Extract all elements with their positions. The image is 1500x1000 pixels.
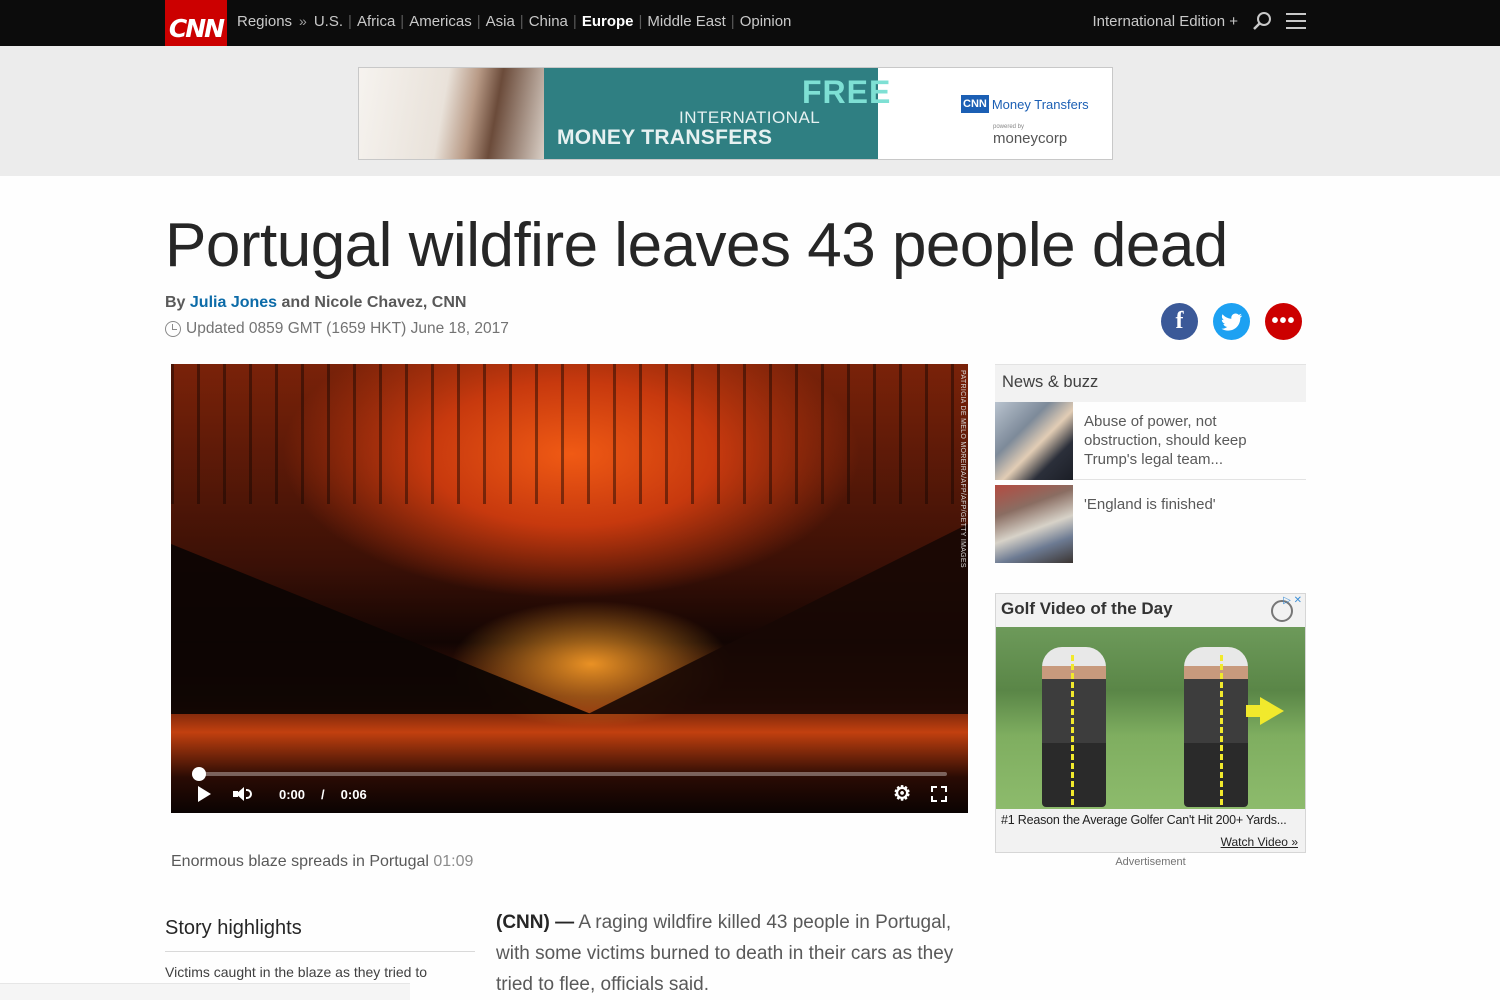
byline: By Julia Jones and Nicole Chavez, CNN	[165, 294, 466, 312]
nav-separator: |	[638, 12, 643, 30]
video-current-time: 0:00	[279, 786, 306, 802]
region-nav: Regions » U.S. | Africa | Americas | Asi…	[237, 0, 791, 42]
video-frame-hill-right	[588, 524, 968, 714]
byline-coauthors: and Nicole Chavez, CNN	[281, 294, 467, 311]
nav-separator: |	[348, 12, 352, 30]
ad-choices-icon[interactable]: ▷ ✕	[1283, 595, 1302, 606]
banner-ad-photo	[359, 68, 544, 159]
nav-separator: |	[730, 12, 735, 30]
article-headline: Portugal wildfire leaves 43 people dead	[165, 211, 1228, 280]
hamburger-menu-icon[interactable]	[1286, 13, 1306, 29]
golfer-figure	[1184, 647, 1248, 807]
video-player[interactable]: PATRICIA DE MELO MOREIRA/AFP/AFP/GETTY I…	[171, 364, 968, 813]
nav-item-china[interactable]: China	[529, 13, 568, 30]
nav-regions-link[interactable]: Regions	[237, 13, 292, 30]
golf-ad-title: Golf Video of the Day	[1001, 599, 1173, 618]
golf-ad-image	[996, 627, 1305, 809]
arrow-right-icon	[1260, 697, 1284, 725]
alignment-line	[1071, 655, 1074, 805]
nav-raquo-icon: »	[299, 13, 307, 29]
top-ad-band: FREE INTERNATIONAL MONEY TRANSFERS CNN M…	[0, 46, 1500, 176]
article-body-paragraph: (CNN) — A raging wildfire killed 43 peop…	[496, 907, 966, 1000]
golfer-figure	[1042, 647, 1106, 807]
author-link[interactable]: Julia Jones	[190, 294, 277, 311]
news-headline-link[interactable]: 'England is finished'	[1084, 495, 1294, 514]
highlight-item: Victims caught in the blaze as they trie…	[165, 964, 427, 980]
fullscreen-icon[interactable]	[931, 786, 947, 802]
edition-selector[interactable]: International Edition +	[1092, 13, 1238, 30]
news-thumbnail[interactable]	[995, 485, 1073, 563]
play-icon[interactable]	[198, 786, 211, 802]
banner-ad-brand-text: Money Transfers	[991, 96, 1089, 112]
more-dots-icon: •••	[1271, 310, 1296, 332]
video-caption[interactable]: Enormous blaze spreads in Portugal 01:09	[171, 853, 473, 871]
nav-separator: |	[572, 12, 577, 30]
news-buzz-item[interactable]: Abuse of power, not obstruction, should …	[995, 402, 1306, 480]
nav-item-opinion[interactable]: Opinion	[740, 13, 792, 30]
nav-item-europe[interactable]: Europe	[582, 13, 634, 30]
alignment-line	[1220, 655, 1223, 805]
watch-video-link[interactable]: Watch Video »	[1221, 835, 1298, 849]
twitter-icon	[1221, 313, 1242, 331]
nav-item-africa[interactable]: Africa	[357, 13, 395, 30]
byline-by: By	[165, 294, 186, 311]
more-share-button[interactable]: •••	[1265, 303, 1302, 340]
advertisement-label: Advertisement	[1115, 856, 1186, 868]
story-highlights-title: Story highlights	[165, 917, 302, 939]
banner-ad-free: FREE	[802, 74, 892, 110]
search-icon[interactable]	[1252, 11, 1272, 31]
banner-ad-brand: CNN Money Transfers	[961, 95, 1089, 113]
money-transfers-banner-ad[interactable]: FREE INTERNATIONAL MONEY TRANSFERS CNN M…	[358, 67, 1113, 160]
video-controls: 0:00 / 0:06 ⚙	[198, 784, 947, 804]
golf-video-ad[interactable]: Golf Video of the Day ▷ ✕ #1 Reason the …	[995, 593, 1306, 853]
top-navigation-bar: CNN Regions » U.S. | Africa | Americas |…	[0, 0, 1500, 57]
nav-item-asia[interactable]: Asia	[486, 13, 515, 30]
video-caption-text: Enormous blaze spreads in Portugal	[171, 853, 429, 870]
updated-timestamp: Updated 0859 GMT (1659 HKT) June 18, 201…	[165, 320, 509, 338]
video-duration: 0:06	[340, 786, 367, 802]
twitter-share-button[interactable]	[1213, 303, 1250, 340]
clock-icon	[165, 321, 181, 337]
video-caption-duration: 01:09	[433, 853, 474, 870]
news-thumbnail[interactable]	[995, 402, 1073, 480]
news-buzz-item[interactable]: 'England is finished'	[995, 485, 1306, 563]
news-buzz-header: News & buzz	[995, 364, 1306, 402]
facebook-icon: f	[1175, 308, 1184, 334]
banner-ad-international: INTERNATIONAL	[679, 108, 821, 127]
bottom-overlay-bar	[0, 983, 410, 1000]
nav-item-us[interactable]: U.S.	[314, 13, 343, 30]
video-frame-trees	[171, 364, 968, 504]
photo-credit: PATRICIA DE MELO MOREIRA/AFP/AFP/GETTY I…	[959, 370, 966, 568]
golf-ad-headline: #1 Reason the Average Golfer Can't Hit 2…	[1001, 813, 1287, 827]
banner-ad-cnn-box: CNN	[961, 95, 989, 113]
cnn-logo-text: CNN	[168, 14, 225, 43]
banner-ad-partner: moneycorp	[993, 130, 1068, 147]
video-frame-hill-left	[171, 544, 591, 714]
volume-icon[interactable]	[233, 787, 253, 801]
nav-separator: |	[400, 12, 405, 30]
nav-item-middle-east[interactable]: Middle East	[647, 13, 725, 30]
nav-separator: |	[476, 12, 481, 30]
nav-item-americas[interactable]: Americas	[409, 13, 472, 30]
facebook-share-button[interactable]: f	[1161, 303, 1198, 340]
news-headline-link[interactable]: Abuse of power, not obstruction, should …	[1084, 412, 1294, 469]
settings-gear-icon[interactable]: ⚙	[893, 784, 911, 804]
video-progress-bar[interactable]	[198, 772, 947, 776]
highlights-divider	[165, 951, 475, 952]
video-time-separator: /	[321, 786, 325, 802]
video-scrubber-handle[interactable]	[192, 767, 206, 781]
banner-ad-money-transfers: MONEY TRANSFERS	[557, 126, 773, 149]
nav-right-group: International Edition +	[1092, 0, 1306, 42]
nav-separator: |	[519, 12, 524, 30]
updated-text: Updated 0859 GMT (1659 HKT) June 18, 201…	[186, 320, 509, 337]
dateline: (CNN) —	[496, 912, 575, 933]
